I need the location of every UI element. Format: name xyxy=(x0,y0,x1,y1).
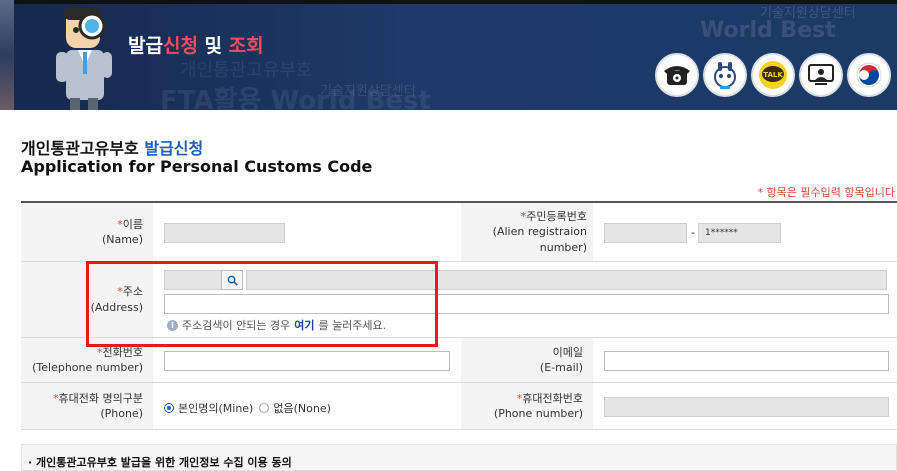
banner-title: 발급신청 및 조회 xyxy=(128,31,264,58)
name-label-ko: 이름 xyxy=(122,217,143,231)
name-input[interactable] xyxy=(164,223,285,243)
radio-phone-none-label: 없음(None) xyxy=(273,402,331,415)
phone-owner-label-ko: 휴대전화 명의구분 xyxy=(58,391,143,405)
required-note: * 항목은 필수입력 항목입니다 xyxy=(757,186,895,199)
mascot-icon xyxy=(56,8,112,110)
header-banner: 개인통관고유부호 FTA활용 World Best World Best 기술지… xyxy=(0,0,897,110)
banner-title-text: 발급 xyxy=(128,35,163,57)
banner-watermark: 기술지원상담센터 xyxy=(760,6,856,21)
talk-label: TALK xyxy=(763,71,783,79)
consent-heading: · 개인통관고유부호 발급을 위한 개인정보 수집 이용 동의 xyxy=(28,456,292,469)
mobile-label-ko: 휴대전화번호 xyxy=(522,391,583,405)
rrn-second-value: 1****** xyxy=(705,228,738,238)
name-label: *이름 (Name) xyxy=(21,203,153,261)
email-label-ko: 이메일 xyxy=(552,345,583,359)
telephone-label-en: (Telephone number) xyxy=(32,361,143,374)
remote-support-button[interactable] xyxy=(799,53,843,97)
phone-icon xyxy=(664,66,690,85)
chatbot-icon xyxy=(714,62,736,89)
email-label: 이메일 (E-mail) xyxy=(461,338,593,382)
mobile-input[interactable] xyxy=(604,397,889,417)
banner-watermark: World Best xyxy=(700,18,836,43)
korea-emblem-icon xyxy=(856,62,882,88)
banner-title-accent: 신청 xyxy=(162,35,198,57)
rrn-label-ko: 주민등록번호 xyxy=(526,209,587,223)
name-label-en: (Name) xyxy=(101,233,143,246)
remote-support-icon xyxy=(808,64,834,85)
radio-phone-mine-label: 본인명의(Mine) xyxy=(178,402,254,415)
rrn-separator: - xyxy=(691,226,695,239)
form-row-name: *이름 (Name) *주민등록번호 (Alien registraion nu… xyxy=(21,203,897,262)
rrn-label: *주민등록번호 (Alien registraion number) xyxy=(461,203,593,261)
radio-phone-mine[interactable]: 본인명의(Mine) xyxy=(164,400,253,416)
radio-unselected-icon xyxy=(259,403,270,413)
telephone-label-ko: 전화번호 xyxy=(102,345,143,359)
banner-left-strip xyxy=(0,0,14,110)
talk-icon: TALK xyxy=(759,61,787,89)
banner-watermark: 기술지원상담센터 xyxy=(320,84,416,99)
phone-owner-options: 본인명의(Mine) 없음(None) xyxy=(164,400,331,416)
application-form: *이름 (Name) *주민등록번호 (Alien registraion nu… xyxy=(21,201,897,430)
banner-watermark: 개인통관고유부호 xyxy=(180,60,313,81)
email-label-en: (E-mail) xyxy=(539,361,583,374)
phone-button[interactable] xyxy=(655,53,699,97)
phone-owner-label: *휴대전화 명의구분 (Phone) xyxy=(21,383,153,429)
chatbot-button[interactable] xyxy=(703,53,747,97)
phone-owner-label-en: (Phone) xyxy=(100,407,143,420)
page-title-main: 개인통관고유부호 xyxy=(21,139,145,158)
email-input[interactable] xyxy=(604,351,889,371)
gov-emblem-button[interactable] xyxy=(847,53,891,97)
address-highlight-box xyxy=(86,261,438,347)
page-title-accent: 발급신청 xyxy=(144,139,204,158)
mobile-label-en: (Phone number) xyxy=(493,407,583,420)
telephone-input[interactable] xyxy=(164,351,450,371)
rrn-first-input[interactable] xyxy=(604,223,687,243)
page-title-en: Application for Personal Customs Code xyxy=(21,157,373,176)
mobile-label: *휴대전화번호 (Phone number) xyxy=(461,383,593,429)
kakaotalk-button[interactable]: TALK xyxy=(751,53,795,97)
form-row-phone: *휴대전화 명의구분 (Phone) 본인명의(Mine) 없음(None) *… xyxy=(21,383,897,430)
consent-section: · 개인통관고유부호 발급을 위한 개인정보 수집 이용 동의 xyxy=(21,444,897,471)
rrn-second-input[interactable]: 1****** xyxy=(698,223,781,243)
banner-title-text: 및 xyxy=(197,35,229,57)
quick-icon-row: TALK xyxy=(655,53,891,97)
banner-title-accent: 조회 xyxy=(228,35,264,57)
page-title-ko: 개인통관고유부호 발급신청 xyxy=(21,135,203,159)
radio-phone-none[interactable]: 없음(None) xyxy=(259,400,331,416)
radio-selected-icon xyxy=(164,403,174,413)
rrn-label-en: (Alien registraion number) xyxy=(492,225,587,254)
